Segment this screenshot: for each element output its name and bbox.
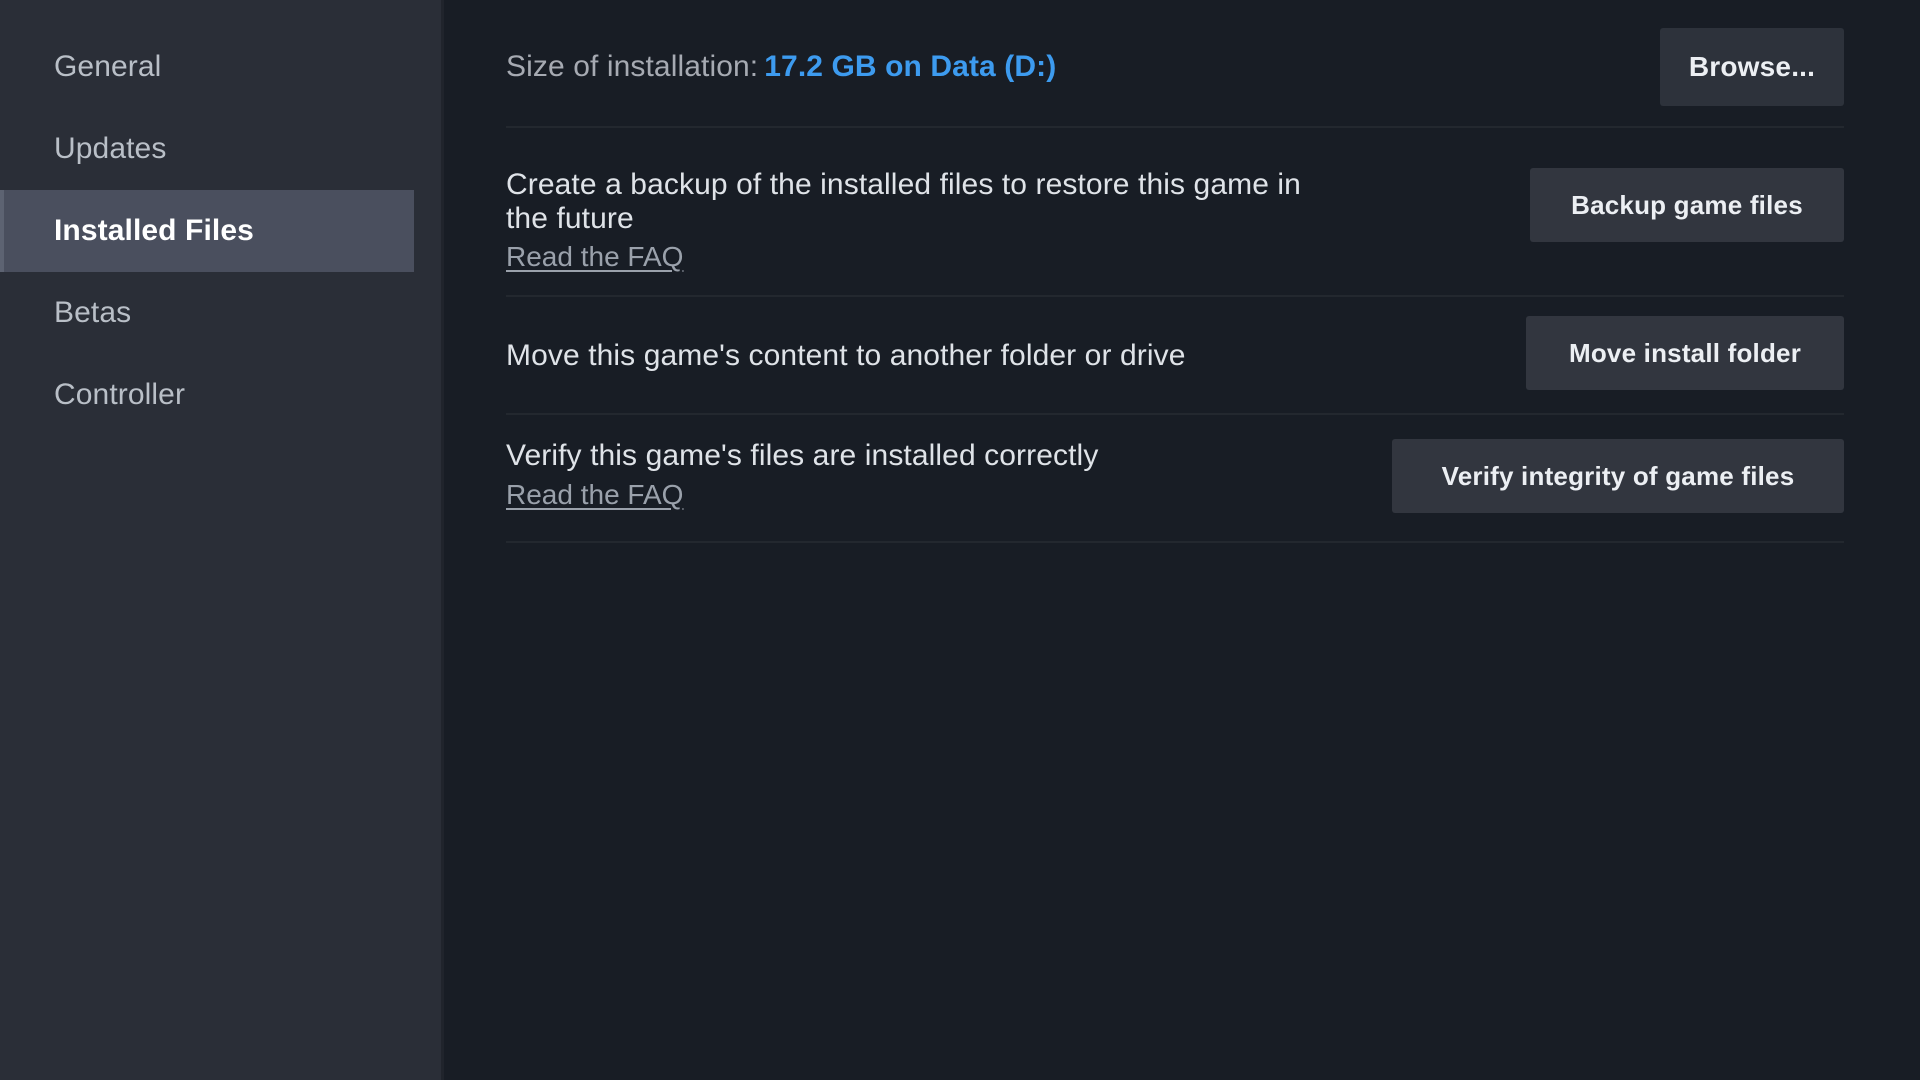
settings-sidebar: General Updates Installed Files Betas Co… — [0, 0, 444, 1080]
game-properties-window: General Updates Installed Files Betas Co… — [0, 0, 1920, 1080]
verify-integrity-button[interactable]: Verify integrity of game files — [1392, 439, 1844, 514]
backup-game-files-button[interactable]: Backup game files — [1530, 168, 1844, 242]
move-install-folder-button[interactable]: Move install folder — [1526, 316, 1844, 391]
move-row-title: Move this game's content to another fold… — [506, 339, 1186, 373]
sidebar-item-general[interactable]: General — [0, 26, 444, 108]
move-row-text: Move this game's content to another fold… — [506, 333, 1186, 373]
sidebar-item-updates[interactable]: Updates — [0, 108, 444, 190]
sidebar-item-label: Updates — [54, 132, 167, 165]
backup-row-text: Create a backup of the installed files t… — [506, 162, 1306, 273]
backup-faq-link[interactable]: Read the FAQ — [506, 241, 683, 273]
sidebar-item-betas[interactable]: Betas — [0, 272, 444, 354]
sidebar-item-label: Betas — [54, 296, 132, 329]
verify-row-title: Verify this game's files are installed c… — [506, 439, 1099, 473]
verify-row-text: Verify this game's files are installed c… — [506, 433, 1098, 511]
browse-button[interactable]: Browse... — [1660, 28, 1844, 106]
verify-row: Verify this game's files are installed c… — [506, 415, 1844, 544]
installation-size-row: Size of installation: 17.2 GB on Data (D:… — [506, 0, 1844, 126]
installation-size-label: Size of installation: — [506, 50, 759, 83]
backup-row: Create a backup of the installed files t… — [506, 126, 1844, 298]
verify-faq-link[interactable]: Read the FAQ — [506, 479, 683, 511]
move-row-action: Move install folder — [1526, 316, 1844, 391]
installation-size-text: Size of installation: 17.2 GB on Data (D:… — [506, 50, 1056, 84]
backup-row-action: Backup game files — [1530, 162, 1844, 242]
sidebar-item-controller[interactable]: Controller — [0, 354, 444, 436]
move-row: Move this game's content to another fold… — [506, 297, 1844, 416]
backup-row-title: Create a backup of the installed files t… — [506, 168, 1301, 235]
installed-files-panel: Size of installation: 17.2 GB on Data (D:… — [444, 0, 1920, 1080]
sidebar-item-label: Controller — [54, 378, 186, 411]
verify-row-action: Verify integrity of game files — [1392, 433, 1844, 514]
sidebar-item-label: General — [54, 50, 162, 83]
sidebar-item-label: Installed Files — [54, 214, 254, 247]
installation-size-value: 17.2 GB on Data (D:) — [764, 50, 1057, 83]
sidebar-item-installed-files[interactable]: Installed Files — [0, 190, 414, 272]
